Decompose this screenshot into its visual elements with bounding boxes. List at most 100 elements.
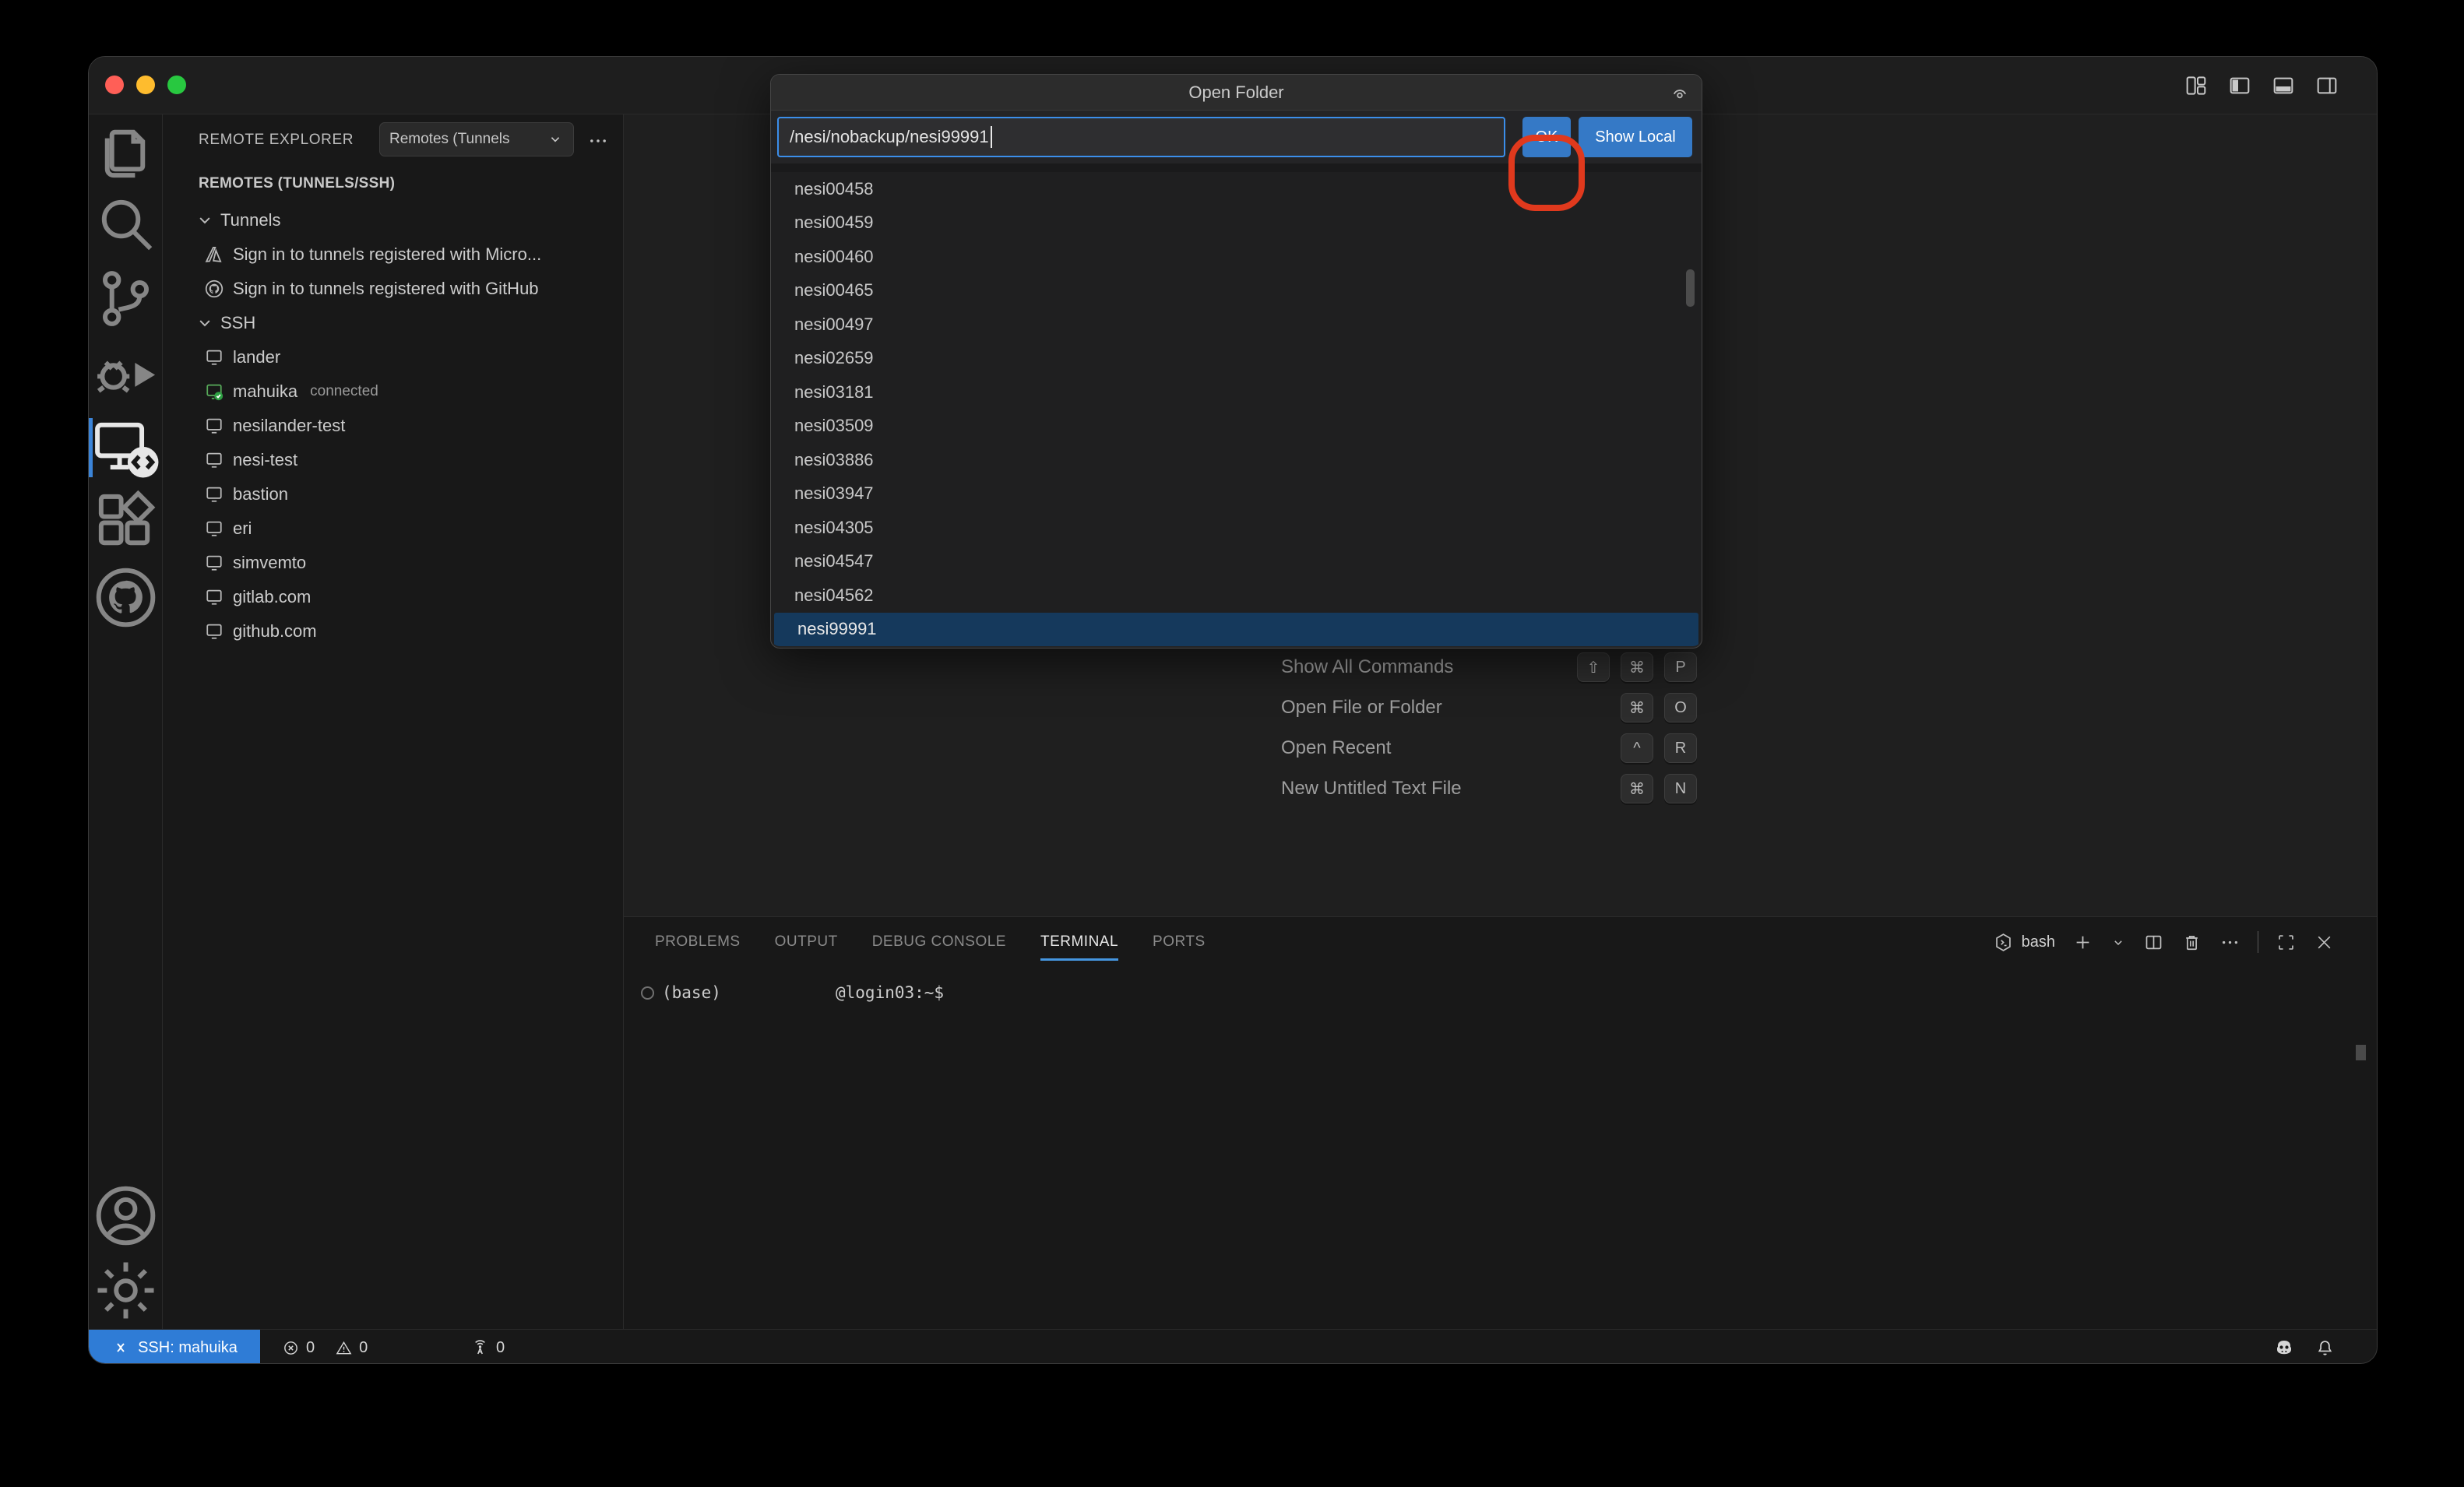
folder-list-item[interactable]: nesi00460 xyxy=(771,240,1702,274)
folder-list-item[interactable]: nesi00458 xyxy=(771,172,1702,206)
tree-row[interactable]: Sign in to tunnels registered with Micro… xyxy=(163,237,623,272)
toggle-secondary-sidebar-icon xyxy=(2314,73,2339,98)
panel-tab[interactable]: PROBLEMS xyxy=(655,917,741,967)
keyboard-key: P xyxy=(1664,652,1697,682)
clipped-list-item xyxy=(771,163,1702,172)
new-terminal-icon[interactable] xyxy=(2072,932,2093,953)
terminal-more-actions-icon[interactable] xyxy=(2219,932,2240,953)
shortcut-keys: ⌘O xyxy=(1621,693,1697,722)
folder-list-item[interactable]: nesi00465 xyxy=(771,274,1702,308)
vm-icon xyxy=(203,620,225,642)
maximize-panel-icon[interactable] xyxy=(2276,932,2297,953)
keyboard-key: O xyxy=(1664,693,1697,722)
open-folder-dialog: Open Folder /nesi/nobackup/nesi99991 OK … xyxy=(770,74,1702,649)
shortcut-row: Show All Commands ⇧⌘P xyxy=(1281,647,1697,687)
problems-status-item[interactable]: 0 0 xyxy=(282,1330,368,1364)
panel-tab[interactable]: PORTS xyxy=(1153,917,1206,967)
vm-connected-icon xyxy=(203,381,225,403)
vm-icon xyxy=(203,483,225,505)
forwarded-ports-status-item[interactable]: 0 xyxy=(470,1330,505,1364)
panel-tab[interactable]: TERMINAL xyxy=(1040,917,1118,967)
tree-row[interactable]: mahuika connected xyxy=(163,374,623,409)
layout-icon[interactable] xyxy=(2314,73,2339,98)
tree-row[interactable]: gitlab.com xyxy=(163,580,623,614)
minimize-window-button[interactable] xyxy=(136,76,155,94)
folder-list-item[interactable]: nesi03509 xyxy=(771,410,1702,444)
list-scrollbar-thumb[interactable] xyxy=(1686,269,1695,307)
activity-bar-item[interactable] xyxy=(89,130,163,167)
close-panel-icon[interactable] xyxy=(2314,932,2335,953)
folder-list-item[interactable]: nesi03947 xyxy=(771,477,1702,511)
panel-tabs: PROBLEMS OUTPUT DEBUG CONSOLE TERMINAL PORTS xyxy=(655,917,1206,967)
tree-row[interactable]: nesi-test xyxy=(163,443,623,477)
tree-row[interactable]: Tunnels xyxy=(163,203,623,237)
activity-bar-item[interactable] xyxy=(89,354,163,392)
text-caret xyxy=(991,126,992,148)
tree-row[interactable]: nesilander-test xyxy=(163,409,623,443)
folder-list-item[interactable]: nesi03181 xyxy=(771,375,1702,410)
remotes-type-dropdown[interactable]: Remotes (Tunnels xyxy=(379,122,574,156)
tree-row[interactable]: github.com xyxy=(163,614,623,649)
remote-indicator-chip[interactable]: SSH: mahuika xyxy=(89,1330,260,1364)
close-window-button[interactable] xyxy=(105,76,124,94)
launch-profile-chevron-icon[interactable] xyxy=(2110,932,2126,953)
activity-bar-item[interactable] xyxy=(89,1271,163,1309)
keyboard-key: R xyxy=(1664,733,1697,763)
keyboard-key: N xyxy=(1664,774,1697,803)
tree-row[interactable]: eri xyxy=(163,511,623,546)
activity-bar-item[interactable] xyxy=(89,205,163,242)
extensions-icon xyxy=(89,486,163,560)
folder-list-item[interactable]: nesi03886 xyxy=(771,443,1702,477)
terminal-scrollbar-thumb[interactable] xyxy=(2356,1045,2366,1060)
activity-bar-item[interactable] xyxy=(89,429,163,466)
command-decoration-icon[interactable] xyxy=(641,986,654,1000)
tree-row-label: simvemto xyxy=(233,553,306,573)
shortcut-label: Open File or Folder xyxy=(1281,697,1442,719)
tree-row[interactable]: simvemto xyxy=(163,546,623,580)
copilot-icon[interactable] xyxy=(2272,1336,2296,1359)
activity-bar-item[interactable] xyxy=(89,578,163,616)
folder-list-item[interactable]: nesi00497 xyxy=(771,308,1702,342)
folder-list-item[interactable]: nesi04547 xyxy=(771,545,1702,579)
layout-icon[interactable] xyxy=(2227,73,2252,98)
toggle-panel-icon xyxy=(2271,73,2296,98)
remotes-section-header[interactable]: REMOTES (TUNNELS/SSH) xyxy=(199,175,395,192)
show-local-button[interactable]: Show Local xyxy=(1579,117,1692,157)
shortcut-row: Open Recent ^R xyxy=(1281,728,1697,768)
folder-list-item[interactable]: nesi99991 xyxy=(774,613,1698,647)
ok-button[interactable]: OK xyxy=(1522,117,1571,157)
tree-row[interactable]: SSH xyxy=(163,306,623,340)
layout-icon[interactable] xyxy=(2184,73,2209,98)
more-actions-icon[interactable] xyxy=(587,130,609,152)
folder-list-item[interactable]: nesi02659 xyxy=(771,342,1702,376)
azure-icon xyxy=(203,244,225,265)
activity-bar-item[interactable] xyxy=(89,279,163,317)
sidebar-title: REMOTE EXPLORER xyxy=(199,132,354,149)
folder-list-item[interactable]: nesi00459 xyxy=(771,206,1702,241)
tree-row[interactable]: bastion xyxy=(163,477,623,511)
folder-path-input[interactable]: /nesi/nobackup/nesi99991 xyxy=(777,117,1505,157)
tree-row[interactable]: Sign in to tunnels registered with GitHu… xyxy=(163,272,623,306)
panel-tab[interactable]: OUTPUT xyxy=(775,917,838,967)
keyboard-shortcuts-watermark: Show All Commands ⇧⌘P Open File or Folde… xyxy=(1281,647,1697,809)
keyboard-key: ^ xyxy=(1621,733,1653,763)
split-terminal-icon[interactable] xyxy=(2143,932,2164,953)
shell-label[interactable]: bash xyxy=(2022,933,2055,951)
remote-explorer-icon xyxy=(89,411,163,485)
kill-terminal-trash-icon[interactable] xyxy=(2181,932,2202,953)
activity-bar-item[interactable] xyxy=(89,1197,163,1234)
tree-row[interactable]: lander xyxy=(163,340,623,374)
terminal-prompt-line[interactable]: (base) @login03:~$ xyxy=(641,981,721,1004)
folder-list-item[interactable]: nesi04562 xyxy=(771,578,1702,613)
remote-label: SSH: mahuika xyxy=(138,1339,238,1357)
panel-tab[interactable]: DEBUG CONSOLE xyxy=(872,917,1006,967)
eye-icon[interactable] xyxy=(1669,82,1691,104)
zoom-window-button[interactable] xyxy=(167,76,186,94)
vm-icon xyxy=(203,346,225,368)
notifications-bell-icon[interactable] xyxy=(2314,1338,2336,1359)
layout-icon[interactable] xyxy=(2271,73,2296,98)
activity-bar-item[interactable] xyxy=(89,504,163,541)
settings-icon xyxy=(89,1253,163,1327)
folder-list-item[interactable]: nesi04305 xyxy=(771,511,1702,545)
vm-icon xyxy=(203,586,225,608)
